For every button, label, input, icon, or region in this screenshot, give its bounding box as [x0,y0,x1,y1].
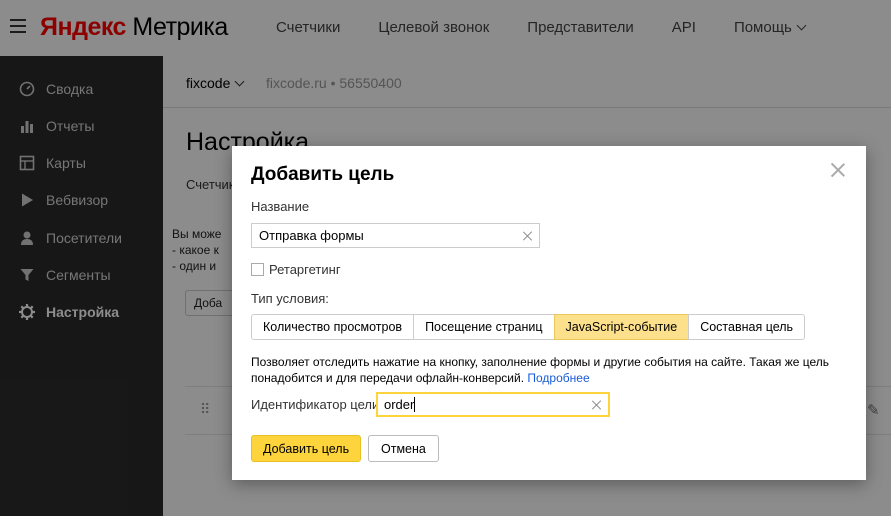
clear-input-icon[interactable] [523,231,533,241]
clear-input-icon[interactable] [592,400,602,410]
condition-pageviews[interactable]: Количество просмотров [251,314,415,340]
retargeting-label: Ретаргетинг [269,262,341,277]
name-label: Название [251,199,310,214]
close-icon[interactable] [830,162,846,178]
condition-type-label: Тип условия: [251,291,329,306]
goal-id-input[interactable] [376,392,610,417]
more-link[interactable]: Подробнее [527,371,589,385]
condition-javascript-event[interactable]: JavaScript-событие [553,314,690,340]
condition-page-visit[interactable]: Посещение страниц [413,314,555,340]
goal-id-label: Идентификатор цели: [251,397,383,412]
retargeting-checkbox[interactable] [251,263,264,276]
condition-composite[interactable]: Составная цель [688,314,806,340]
add-goal-dialog: Добавить цель Название Ретаргетинг Тип у… [232,146,866,480]
condition-type-selector: Количество просмотров Посещение страниц … [251,314,806,340]
cancel-button[interactable]: Отмена [368,435,439,462]
dialog-title: Добавить цель [251,164,395,185]
text-caret [414,397,415,412]
condition-description: Позволяет отследить нажатие на кнопку, з… [251,354,841,386]
goal-name-input[interactable] [251,223,540,248]
add-goal-button[interactable]: Добавить цель [251,435,362,462]
